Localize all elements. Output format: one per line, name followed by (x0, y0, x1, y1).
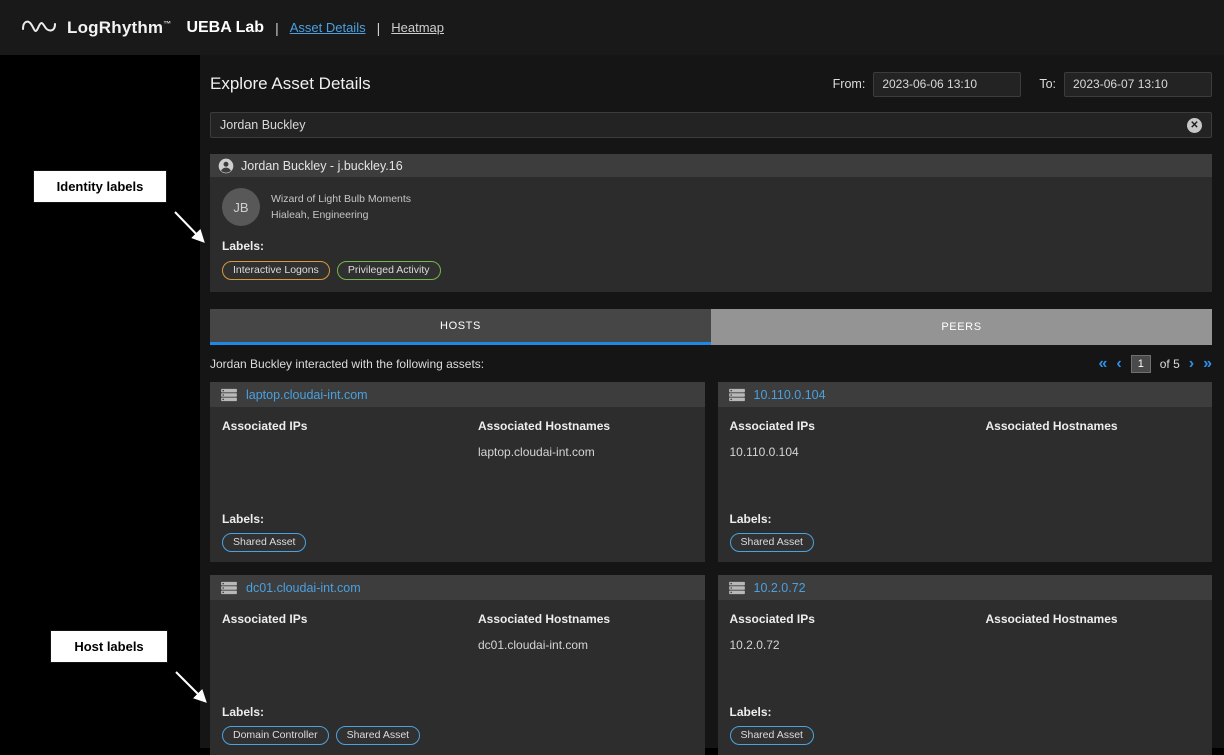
nav-link-asset-details[interactable]: Asset Details (290, 20, 366, 35)
asset-cards-grid: laptop.cloudai-int.com Associated IPs As… (210, 382, 1212, 755)
identity-job-title: Wizard of Light Bulb Moments (271, 191, 411, 207)
asset-card-header: 10.110.0.104 (718, 382, 1213, 407)
identity-panel: Jordan Buckley - j.buckley.16 JB Wizard … (210, 154, 1212, 292)
associated-hostname-value: laptop.cloudai-int.com (478, 445, 693, 459)
clear-search-icon[interactable]: ✕ (1187, 118, 1202, 133)
content-area: Explore Asset Details From: To: ✕ (200, 55, 1224, 748)
label-pill-shared-asset: Shared Asset (730, 533, 814, 552)
identity-labels-heading: Labels: (222, 239, 1200, 253)
tab-peers[interactable]: PEERS (711, 309, 1212, 345)
associated-ip-value (222, 638, 478, 652)
card-labels: Shared Asset (730, 533, 1201, 552)
asset-card: dc01.cloudai-int.com Associated IPs Asso… (210, 575, 705, 755)
main-region: Explore Asset Details From: To: ✕ (0, 55, 1224, 748)
nav-separator: | (275, 20, 279, 36)
identity-location-dept: Hialeah, Engineering (271, 207, 411, 223)
asset-link[interactable]: 10.110.0.104 (754, 388, 826, 402)
associated-ip-value: 10.2.0.72 (730, 638, 986, 652)
page-title: Explore Asset Details (210, 74, 371, 94)
associated-ip-value (222, 445, 478, 459)
associated-ips-header: Associated IPs (730, 419, 986, 433)
label-pill-interactive-logons: Interactive Logons (222, 261, 330, 280)
associated-hostnames-header: Associated Hostnames (986, 419, 1201, 433)
tab-hosts[interactable]: HOSTS (210, 309, 711, 345)
associated-hostname-value: dc01.cloudai-int.com (478, 638, 693, 652)
associated-ips-header: Associated IPs (730, 612, 986, 626)
card-labels-heading: Labels: (222, 512, 693, 526)
brand-name: LogRhythm™ (67, 18, 171, 38)
search-bar: ✕ (210, 112, 1212, 138)
card-labels-heading: Labels: (730, 705, 1201, 719)
from-date-input[interactable] (873, 72, 1021, 97)
asset-link[interactable]: 10.2.0.72 (754, 581, 806, 595)
identity-labels: Interactive Logons Privileged Activity (222, 261, 1200, 280)
identity-header-title: Jordan Buckley - j.buckley.16 (241, 159, 403, 173)
asset-card-body: Associated IPs Associated Hostnames lapt… (210, 407, 705, 562)
to-label: To: (1039, 77, 1056, 91)
identity-panel-header: Jordan Buckley - j.buckley.16 (210, 154, 1212, 177)
associated-hostnames-header: Associated Hostnames (986, 612, 1201, 626)
from-label: From: (833, 77, 866, 91)
asset-card-body: Associated IPs 10.2.0.72 Associated Host… (718, 600, 1213, 755)
trademark-mark: ™ (163, 19, 171, 28)
label-pill-shared-asset: Shared Asset (222, 533, 306, 552)
prev-page-icon[interactable]: ‹ (1116, 356, 1121, 372)
card-labels: Domain Controller Shared Asset (222, 726, 693, 745)
label-pill-shared-asset: Shared Asset (336, 726, 420, 745)
card-labels-heading: Labels: (730, 512, 1201, 526)
asset-link[interactable]: dc01.cloudai-int.com (246, 581, 361, 595)
label-pill-domain-controller: Domain Controller (222, 726, 329, 745)
associated-hostname-value (986, 445, 1201, 459)
asset-link[interactable]: laptop.cloudai-int.com (246, 388, 368, 402)
asset-card-header: dc01.cloudai-int.com (210, 575, 705, 600)
last-page-icon[interactable]: » (1203, 356, 1212, 372)
associated-ips-header: Associated IPs (222, 419, 478, 433)
card-labels: Shared Asset (222, 533, 693, 552)
current-page-indicator: 1 (1131, 355, 1151, 373)
logrhythm-logo-icon (22, 16, 56, 40)
page-count-label: of 5 (1160, 357, 1180, 371)
associated-ip-value: 10.110.0.104 (730, 445, 986, 459)
nav-separator: | (377, 20, 381, 36)
label-pill-shared-asset: Shared Asset (730, 726, 814, 745)
label-pill-privileged-activity: Privileged Activity (337, 261, 441, 280)
results-header-row: Jordan Buckley interacted with the follo… (210, 355, 1212, 373)
app-title: UEBA Lab (186, 19, 264, 37)
first-page-icon[interactable]: « (1099, 356, 1108, 372)
nav-link-heatmap[interactable]: Heatmap (391, 20, 444, 35)
server-icon (728, 388, 746, 402)
annotation-host-labels: Host labels (50, 630, 168, 663)
avatar: JB (222, 188, 260, 226)
results-intro-text: Jordan Buckley interacted with the follo… (210, 357, 484, 371)
asset-card-header: laptop.cloudai-int.com (210, 382, 705, 407)
server-icon (728, 581, 746, 595)
identity-subtitle: Wizard of Light Bulb Moments Hialeah, En… (271, 191, 411, 224)
asset-card: laptop.cloudai-int.com Associated IPs As… (210, 382, 705, 562)
asset-card-body: Associated IPs 10.110.0.104 Associated H… (718, 407, 1213, 562)
pagination: « ‹ 1 of 5 › » (1099, 355, 1212, 373)
person-icon (218, 158, 234, 174)
next-page-icon[interactable]: › (1189, 356, 1194, 372)
title-row: Explore Asset Details From: To: (210, 67, 1212, 101)
date-range: From: To: (833, 72, 1212, 97)
search-input[interactable] (220, 118, 1187, 132)
card-labels: Shared Asset (730, 726, 1201, 745)
card-labels-heading: Labels: (222, 705, 693, 719)
associated-hostname-value (986, 638, 1201, 652)
tabs-bar: HOSTS PEERS (210, 309, 1212, 345)
identity-panel-body: JB Wizard of Light Bulb Moments Hialeah,… (210, 177, 1212, 292)
annotation-identity-labels: Identity labels (33, 170, 167, 203)
to-date-input[interactable] (1064, 72, 1212, 97)
associated-hostnames-header: Associated Hostnames (478, 419, 693, 433)
asset-card-body: Associated IPs Associated Hostnames dc01… (210, 600, 705, 755)
server-icon (220, 581, 238, 595)
associated-hostnames-header: Associated Hostnames (478, 612, 693, 626)
asset-card-header: 10.2.0.72 (718, 575, 1213, 600)
asset-card: 10.110.0.104 Associated IPs 10.110.0.104… (718, 382, 1213, 562)
top-navbar: LogRhythm™ UEBA Lab | Asset Details | He… (0, 0, 1224, 55)
asset-card: 10.2.0.72 Associated IPs 10.2.0.72 Assoc… (718, 575, 1213, 755)
associated-ips-header: Associated IPs (222, 612, 478, 626)
server-icon (220, 388, 238, 402)
